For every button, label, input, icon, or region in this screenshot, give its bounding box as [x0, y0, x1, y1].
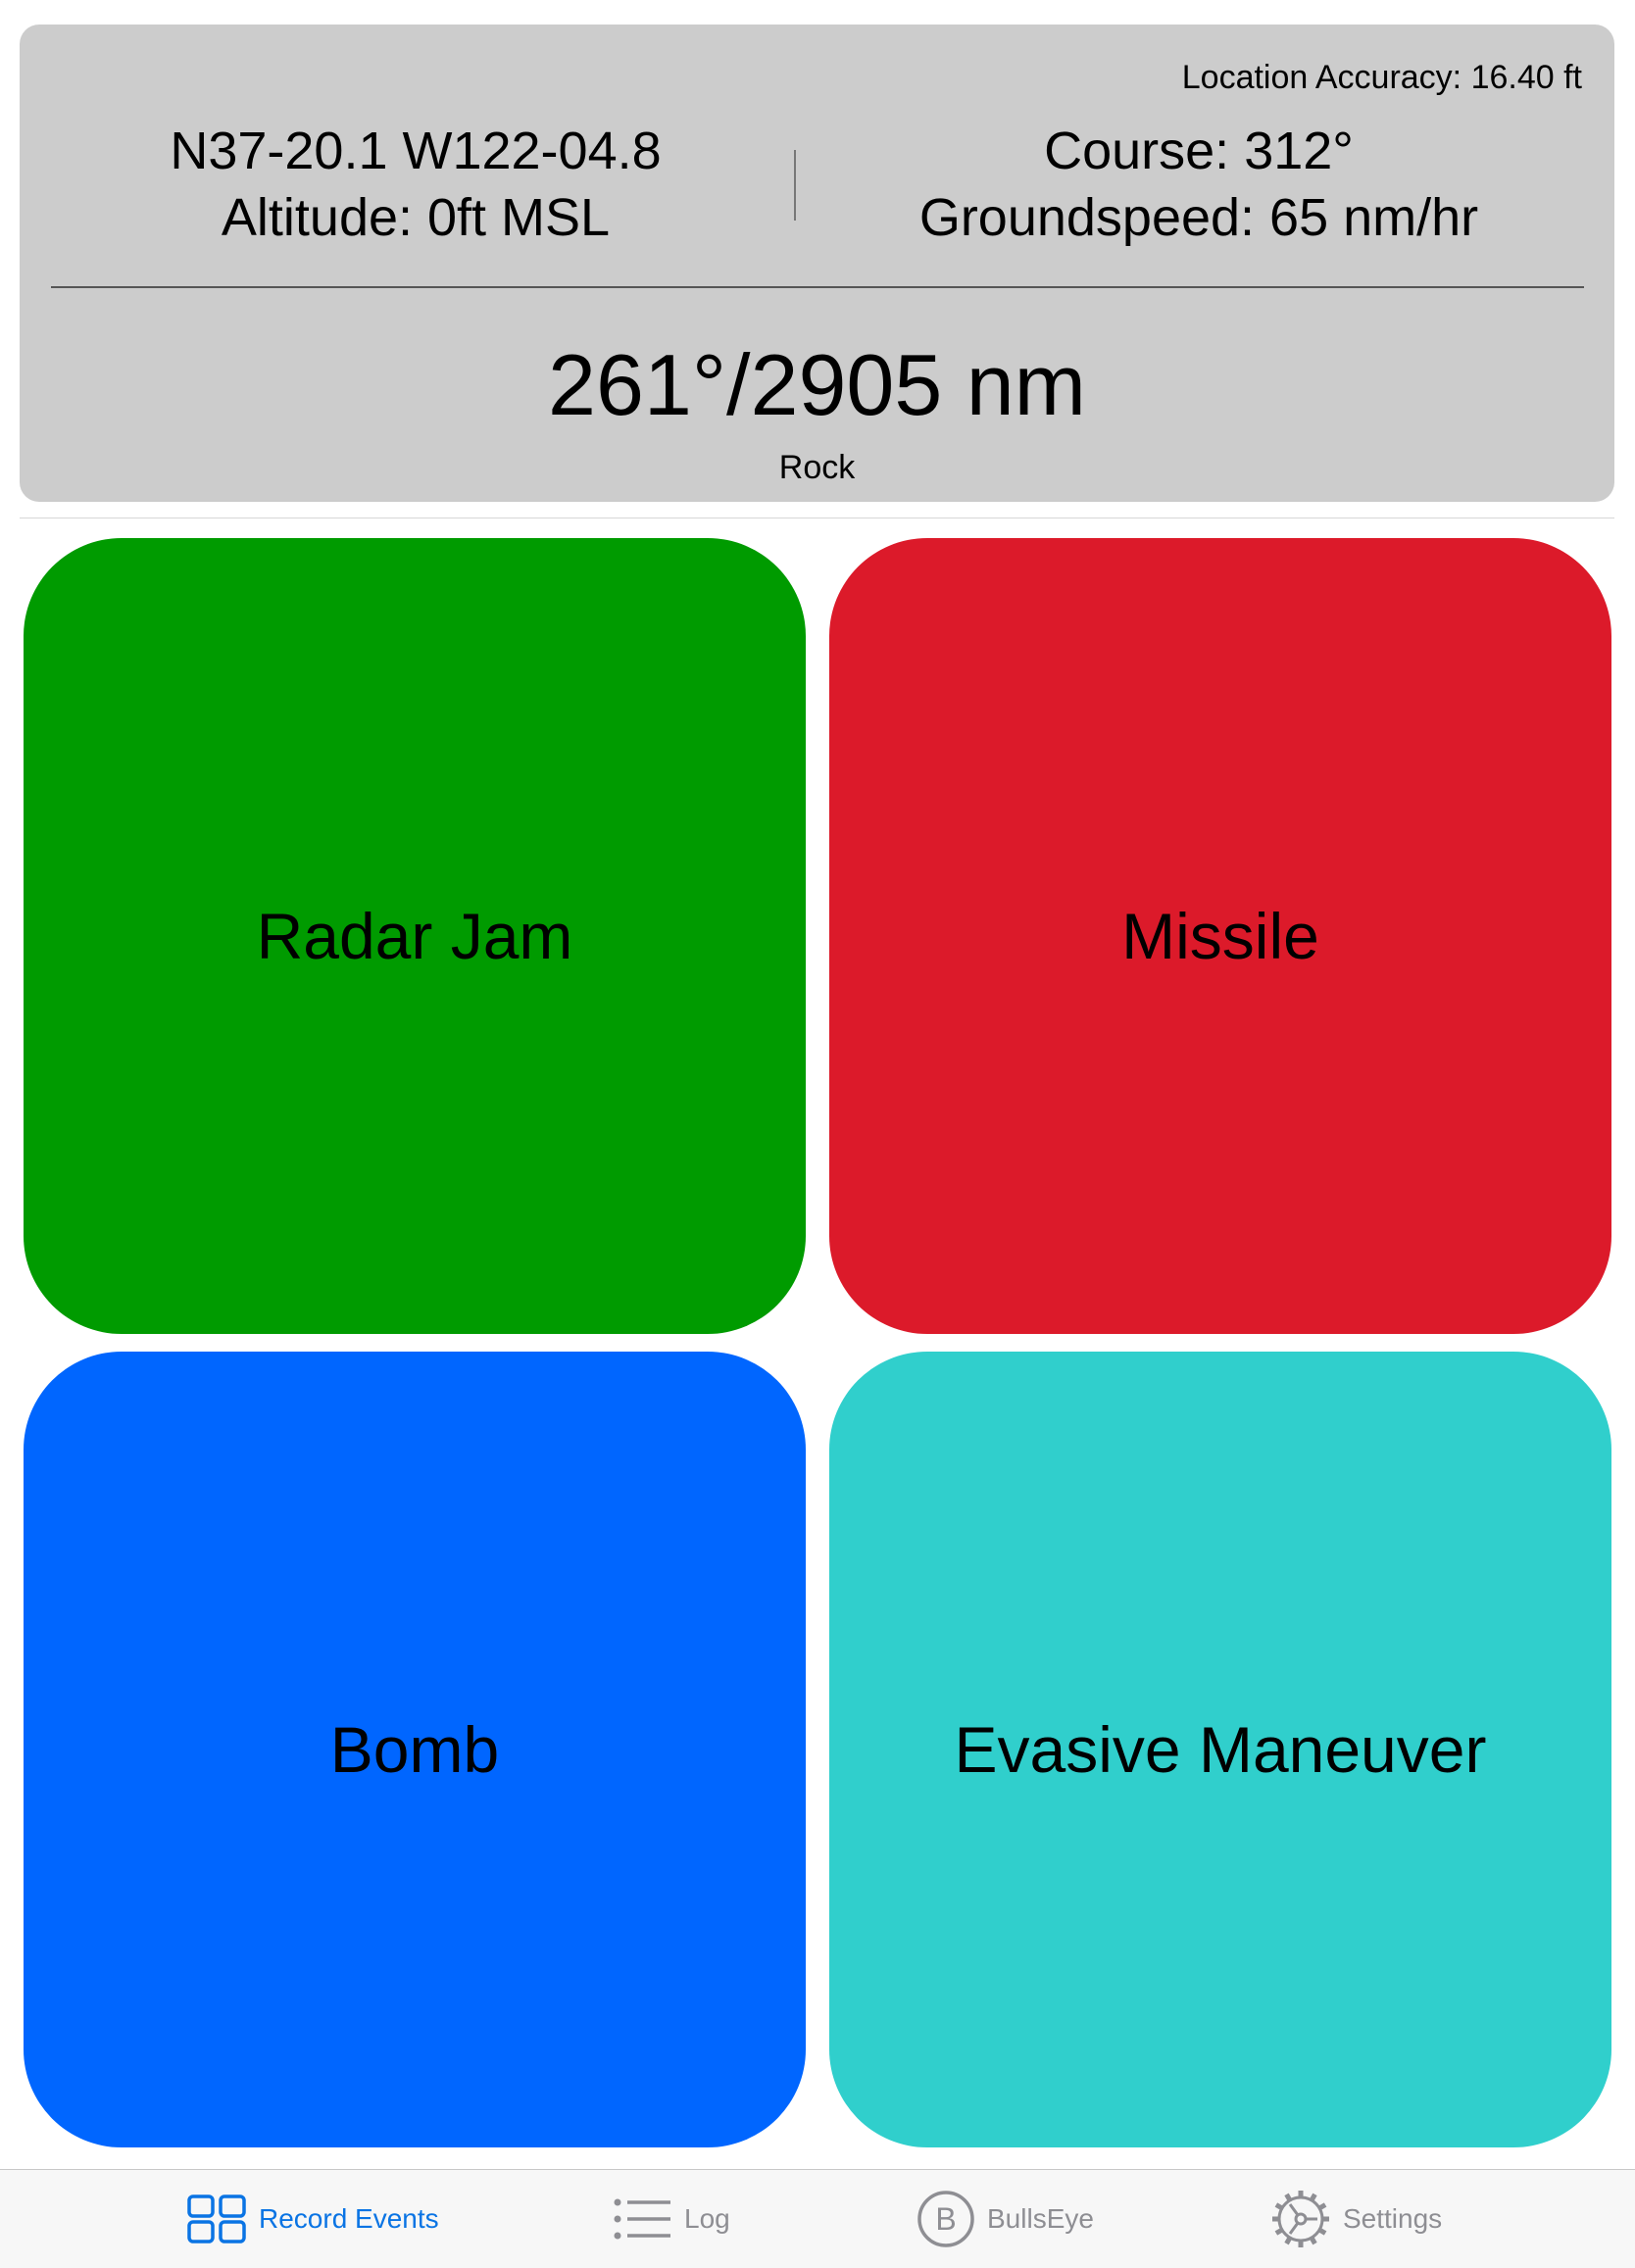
status-panel: Location Accuracy: 16.40 ft N37-20.1 W12… — [20, 25, 1614, 502]
tab-record-events[interactable]: Record Events — [186, 2170, 439, 2268]
missile-button[interactable]: Missile — [829, 538, 1611, 1334]
evasive-maneuver-label: Evasive Maneuver — [954, 1713, 1487, 1786]
tab-bullseye[interactable]: B BullsEye — [917, 2170, 1094, 2268]
missile-label: Missile — [1121, 900, 1319, 972]
tab-settings-label: Settings — [1343, 2203, 1443, 2234]
gear-icon — [1270, 2189, 1331, 2249]
bullseye-b-icon: B — [917, 2190, 975, 2248]
bomb-button[interactable]: Bomb — [24, 1352, 806, 2147]
groundspeed: Groundspeed: 65 nm/hr — [918, 188, 1479, 247]
bearing-target-name: Rock — [778, 449, 856, 486]
coordinates: N37-20.1 W122-04.8 — [170, 122, 662, 180]
bomb-label: Bomb — [329, 1713, 500, 1786]
course: Course: 312° — [1044, 122, 1354, 180]
vertical-divider — [794, 150, 796, 221]
tab-record-events-label: Record Events — [259, 2203, 439, 2234]
bearing-distance: 261°/2905 nm — [548, 336, 1086, 433]
gear-tooth — [1309, 2236, 1317, 2245]
svg-text:B: B — [935, 2201, 956, 2237]
location-accuracy: Location Accuracy: 16.40 ft — [1181, 59, 1582, 96]
list-icon — [614, 2196, 672, 2242]
tab-bullseye-label: BullsEye — [987, 2203, 1094, 2234]
altitude: Altitude: 0ft MSL — [221, 188, 611, 247]
course-block: Course: 312° Groundspeed: 65 nm/hr — [812, 118, 1586, 251]
tab-bar: Record Events Log B BullsEye Settings — [0, 2169, 1635, 2268]
gear-tooth — [1274, 2202, 1284, 2211]
gear-tooth — [1284, 2236, 1293, 2245]
tab-log[interactable]: Log — [614, 2170, 730, 2268]
evasive-maneuver-button[interactable]: Evasive Maneuver — [829, 1352, 1611, 2147]
horizontal-divider — [51, 286, 1584, 288]
gear-tooth — [1317, 2202, 1327, 2211]
radar-jam-button[interactable]: Radar Jam — [24, 538, 806, 1334]
gear-tooth — [1317, 2227, 1327, 2236]
tab-settings[interactable]: Settings — [1270, 2170, 1442, 2268]
tab-log-label: Log — [684, 2203, 730, 2234]
grid-icon — [186, 2194, 247, 2244]
radar-jam-label: Radar Jam — [256, 900, 573, 972]
gear-tooth — [1274, 2227, 1284, 2236]
gear-tooth — [1309, 2193, 1317, 2202]
gear-tooth — [1284, 2193, 1293, 2202]
position-block: N37-20.1 W122-04.8 Altitude: 0ft MSL — [20, 118, 812, 251]
